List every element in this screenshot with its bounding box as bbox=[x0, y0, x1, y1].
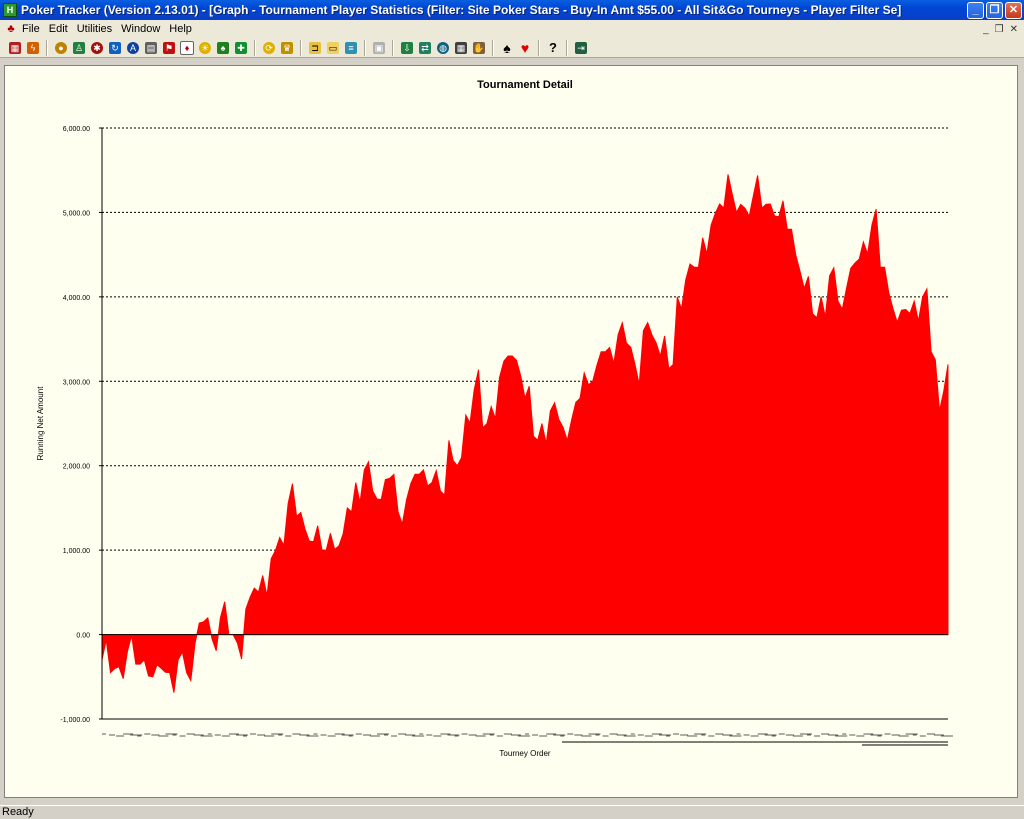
minimize-button[interactable]: _ bbox=[967, 1, 984, 19]
mdi-client-area: Tournament Detail -1,000.00 0.00 1,000.00 2,… bbox=[0, 58, 1024, 805]
y-tick-label: 6,000.00 bbox=[63, 126, 90, 133]
menu-edit[interactable]: Edit bbox=[49, 23, 68, 35]
toolbar-separator bbox=[538, 39, 540, 56]
toolbar-separator bbox=[566, 39, 568, 56]
chart-title: Tournament Detail bbox=[477, 79, 573, 91]
mdi-restore-button[interactable]: ❐ bbox=[995, 24, 1004, 35]
y-tick-label: 2,000.00 bbox=[63, 464, 90, 471]
y-axis-label: Running Net Amount bbox=[36, 386, 45, 461]
import-icon[interactable]: ⇩ bbox=[398, 40, 416, 56]
stats-icon[interactable]: ▤ bbox=[142, 40, 160, 56]
y-tick-label: 1,000.00 bbox=[63, 548, 90, 555]
menu-bar: ♣ File Edit Utilities Window Help _ ❐ ✕ bbox=[0, 20, 1024, 39]
y-tick-label: 3,000.00 bbox=[63, 379, 90, 386]
card-icon[interactable]: ♦ bbox=[178, 40, 196, 56]
open-folder-icon[interactable]: ⊐ bbox=[306, 40, 324, 56]
y-tick-label: 0.00 bbox=[76, 633, 90, 640]
grid-icon[interactable]: ▦ bbox=[452, 40, 470, 56]
recycle-icon[interactable]: ↻ bbox=[106, 40, 124, 56]
hand-icon[interactable]: ✋ bbox=[470, 40, 488, 56]
save-icon[interactable]: ▣ bbox=[370, 40, 388, 56]
mdi-minimize-button[interactable]: _ bbox=[983, 24, 989, 35]
gear-red-icon[interactable]: ✱ bbox=[88, 40, 106, 56]
lightning-icon[interactable]: ϟ bbox=[24, 40, 42, 56]
stack-icon[interactable]: ≡ bbox=[342, 40, 360, 56]
sync-icon[interactable]: ⇄ bbox=[416, 40, 434, 56]
toolbar-separator bbox=[392, 39, 394, 56]
exit-icon[interactable]: ⇥ bbox=[572, 40, 590, 56]
x-axis-label: Tourney Order bbox=[499, 749, 550, 758]
toolbar-separator bbox=[254, 39, 256, 56]
trophy-icon[interactable]: ♛ bbox=[278, 40, 296, 56]
graph-icon[interactable]: ▦ bbox=[6, 40, 24, 56]
app-icon[interactable]: H bbox=[3, 3, 17, 17]
running-net-area bbox=[101, 174, 949, 693]
toolbar-separator bbox=[300, 39, 302, 56]
toolbar-separator bbox=[492, 39, 494, 56]
menu-utilities[interactable]: Utilities bbox=[77, 23, 112, 35]
y-tick-label: 5,000.00 bbox=[63, 210, 90, 217]
menu-help[interactable]: Help bbox=[169, 23, 192, 35]
status-bar: Ready bbox=[0, 805, 1024, 819]
y-tick-label: -1,000.00 bbox=[60, 717, 90, 724]
y-tick-label: 4,000.00 bbox=[63, 295, 90, 302]
mdi-close-button[interactable]: ✕ bbox=[1010, 24, 1018, 35]
flag-icon[interactable]: ⚑ bbox=[160, 40, 178, 56]
sun-chip-icon[interactable]: ☀ bbox=[196, 40, 214, 56]
menu-window[interactable]: Window bbox=[121, 23, 160, 35]
spade-icon[interactable]: ♠ bbox=[498, 40, 516, 56]
player-icon[interactable]: ♙ bbox=[70, 40, 88, 56]
tournament-chart: Tournament Detail -1,000.00 0.00 1,000.00 2,… bbox=[36, 79, 953, 758]
refresh-icon[interactable]: ⟳ bbox=[260, 40, 278, 56]
folder-icon[interactable]: ▭ bbox=[324, 40, 342, 56]
title-bar: H Poker Tracker (Version 2.13.01) - [Gra… bbox=[0, 0, 1024, 20]
toolbar-separator bbox=[364, 39, 366, 56]
graph-window: Tournament Detail -1,000.00 0.00 1,000.00 2,… bbox=[4, 65, 1018, 798]
menu-file[interactable]: File bbox=[22, 23, 40, 35]
chip-icon[interactable]: ● bbox=[52, 40, 70, 56]
globe-icon[interactable]: ◍ bbox=[434, 40, 452, 56]
window-title: Poker Tracker (Version 2.13.01) - [Graph… bbox=[21, 3, 902, 17]
toolbar-separator bbox=[46, 39, 48, 56]
close-button[interactable]: ✕ bbox=[1005, 1, 1022, 19]
heart-icon[interactable]: ♥ bbox=[516, 40, 534, 56]
document-icon[interactable]: ♣ bbox=[4, 22, 18, 36]
spade-chip-icon[interactable]: ♠ bbox=[214, 40, 232, 56]
status-text: Ready bbox=[2, 806, 34, 818]
help-icon[interactable]: ? bbox=[544, 40, 562, 56]
toolbar: ▦ ϟ ● ♙ ✱ ↻ A ▤ ⚑ ♦ ☀ ♠ ✚ ⟳ ♛ ⊐ ▭ ≡ ▣ ⇩ … bbox=[0, 38, 1024, 58]
green-chip-icon[interactable]: ✚ bbox=[232, 40, 250, 56]
blue-a-icon[interactable]: A bbox=[124, 40, 142, 56]
maximize-button[interactable]: ❐ bbox=[986, 1, 1003, 19]
